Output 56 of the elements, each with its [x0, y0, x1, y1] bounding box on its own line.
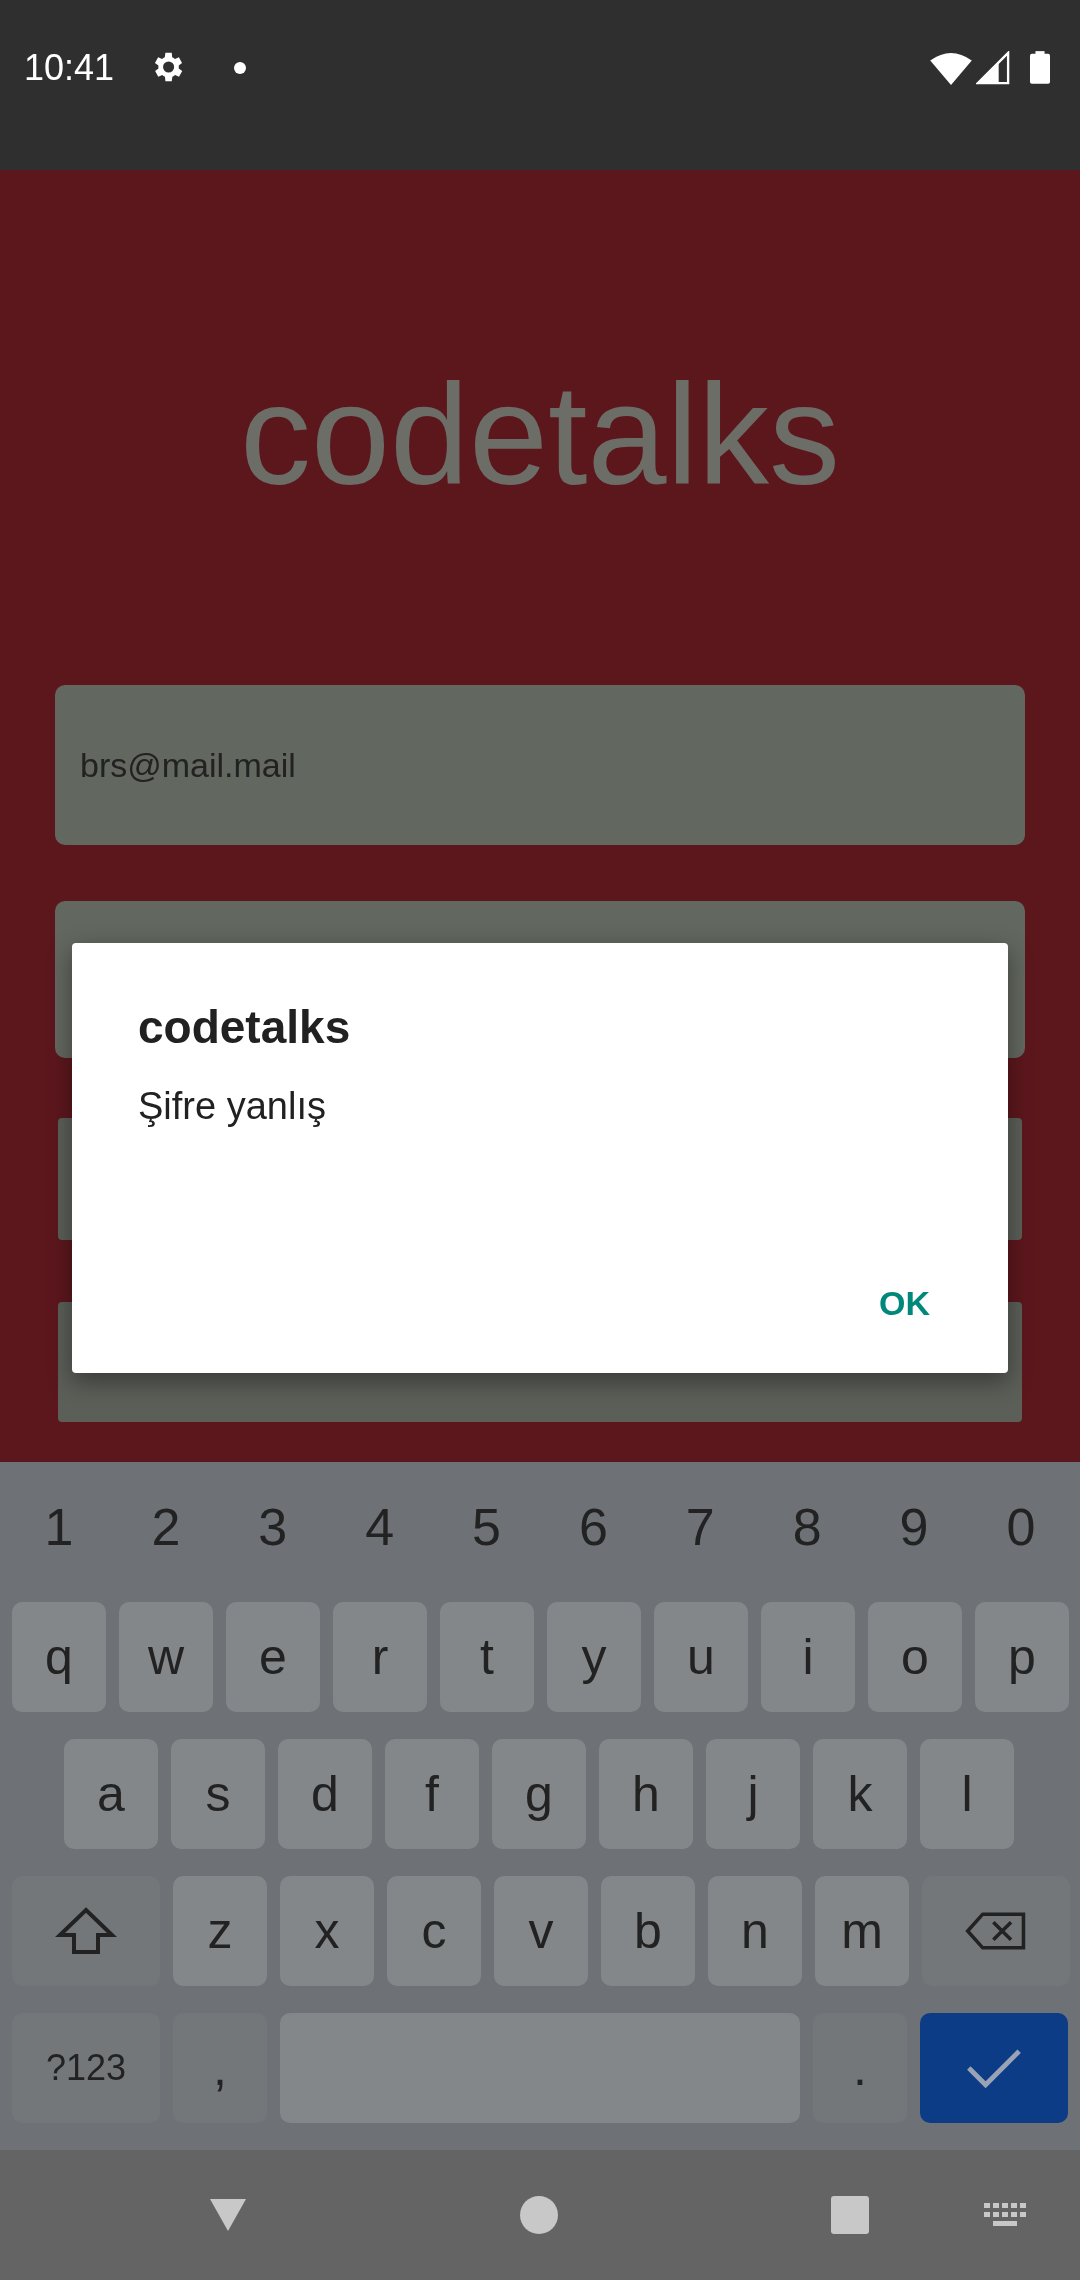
letter-key[interactable]: r — [333, 1602, 427, 1712]
letter-key[interactable]: d — [278, 1739, 372, 1849]
letter-key[interactable]: x — [280, 1876, 374, 1986]
letter-key[interactable]: p — [975, 1602, 1069, 1712]
dialog-title: codetalks — [138, 1000, 352, 1055]
number-key[interactable]: 7 — [653, 1497, 748, 1557]
home-icon[interactable] — [519, 2195, 559, 2235]
number-key[interactable]: 2 — [118, 1497, 213, 1557]
letter-key[interactable]: w — [119, 1602, 213, 1712]
punctuation-key[interactable]: . — [813, 2013, 907, 2123]
number-key[interactable]: 5 — [439, 1497, 534, 1557]
status-time: 10:41 — [24, 48, 115, 88]
letter-key[interactable]: e — [226, 1602, 320, 1712]
app-title: codetalks — [239, 360, 841, 510]
letter-key[interactable]: q — [12, 1602, 106, 1712]
number-key[interactable]: 0 — [973, 1497, 1068, 1557]
letter-key[interactable]: y — [547, 1602, 641, 1712]
enter-key[interactable] — [920, 2013, 1068, 2123]
letter-key[interactable]: v — [494, 1876, 588, 1986]
number-key[interactable]: 3 — [225, 1497, 320, 1557]
symbols-key[interactable]: ?123 — [12, 2013, 160, 2123]
letter-key[interactable]: f — [385, 1739, 479, 1849]
letter-key[interactable]: b — [601, 1876, 695, 1986]
wifi-icon — [930, 51, 972, 85]
letter-key[interactable]: o — [868, 1602, 962, 1712]
letter-key[interactable]: n — [708, 1876, 802, 1986]
battery-icon — [1030, 50, 1050, 85]
letter-key[interactable]: j — [706, 1739, 800, 1849]
letter-key[interactable]: s — [171, 1739, 265, 1849]
letter-key[interactable]: a — [64, 1739, 158, 1849]
letter-key[interactable]: z — [173, 1876, 267, 1986]
letter-key[interactable]: i — [761, 1602, 855, 1712]
letter-key[interactable]: l — [920, 1739, 1014, 1849]
ok-button[interactable]: OK — [855, 1270, 954, 1337]
backspace-key[interactable] — [922, 1876, 1070, 1986]
letter-key[interactable]: c — [387, 1876, 481, 1986]
letter-key[interactable]: g — [492, 1739, 586, 1849]
letter-key[interactable]: u — [654, 1602, 748, 1712]
number-key[interactable]: 8 — [760, 1497, 855, 1557]
shift-key[interactable] — [12, 1876, 160, 1986]
shift-arrow-icon — [55, 1907, 117, 1955]
email-field[interactable]: brs@mail.mail — [55, 685, 1025, 845]
number-key[interactable]: 6 — [546, 1497, 641, 1557]
letter-key[interactable]: t — [440, 1602, 534, 1712]
number-key[interactable]: 4 — [332, 1497, 427, 1557]
letter-key[interactable]: k — [813, 1739, 907, 1849]
keyboard-icon[interactable] — [984, 2203, 1028, 2227]
letter-key[interactable]: m — [815, 1876, 909, 1986]
dialog-message: Şifre yanlış — [138, 1084, 327, 1129]
notification-dot-icon — [234, 62, 247, 74]
signal-icon — [976, 51, 1010, 85]
letter-key[interactable]: h — [599, 1739, 693, 1849]
number-key[interactable]: 1 — [12, 1497, 106, 1557]
number-key[interactable]: 9 — [867, 1497, 961, 1557]
recents-icon[interactable] — [830, 2195, 870, 2235]
punctuation-key[interactable]: , — [173, 2013, 267, 2123]
